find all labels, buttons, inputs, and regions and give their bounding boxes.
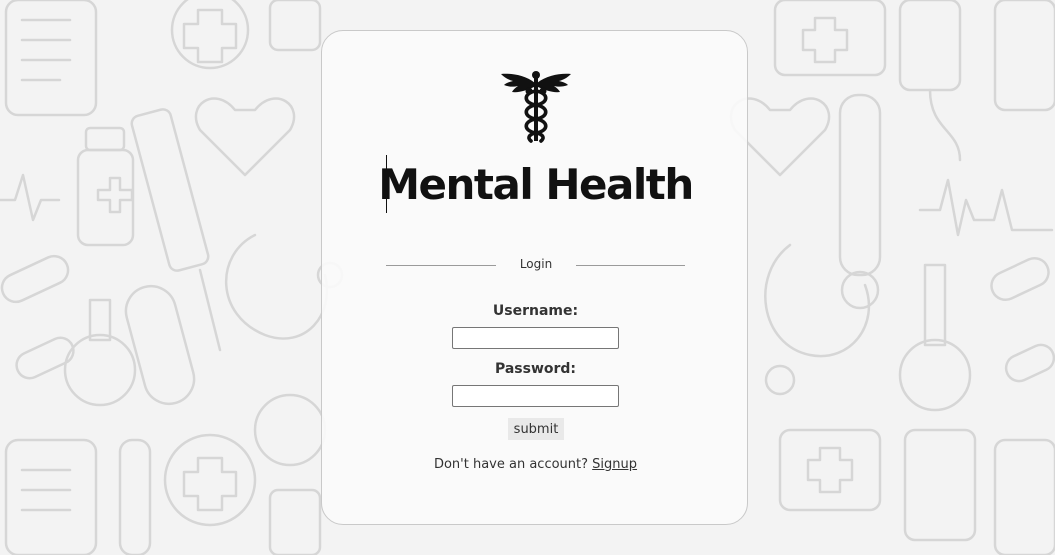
caduceus-icon (501, 71, 571, 143)
signup-link[interactable]: Signup (592, 457, 637, 472)
password-input[interactable] (452, 385, 619, 407)
divider-left (386, 265, 496, 266)
submit-button[interactable]: submit (508, 418, 564, 440)
signup-prompt: Don't have an account? Signup (322, 457, 749, 472)
password-label: Password: (494, 361, 577, 377)
page-title: Mental Health (378, 160, 694, 209)
login-card: Mental Health Login Username: Password: … (321, 30, 748, 525)
signup-prompt-text: Don't have an account? (433, 457, 589, 472)
divider-right (576, 265, 685, 266)
username-input[interactable] (452, 327, 619, 349)
username-label: Username: (492, 303, 579, 319)
login-legend: Login (519, 257, 553, 271)
